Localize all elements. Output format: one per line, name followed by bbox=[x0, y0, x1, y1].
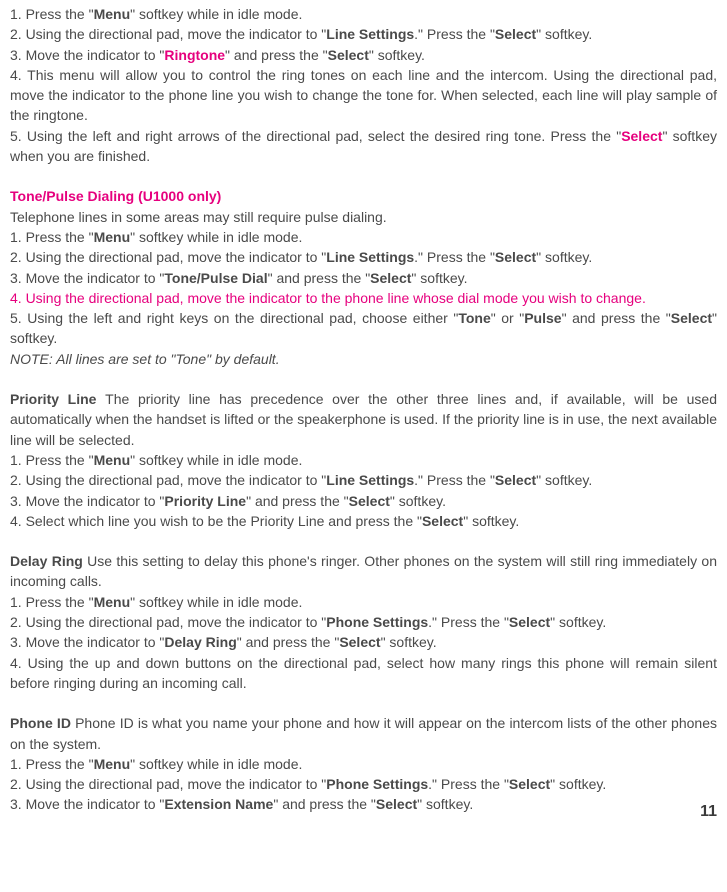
ringtone-step-1: 1. Press the "Menu" softkey while in idl… bbox=[10, 4, 717, 24]
tone-pulse-step-5: 5. Using the left and right keys on the … bbox=[10, 308, 717, 349]
ringtone-step-4: 4. This menu will allow you to control t… bbox=[10, 67, 717, 124]
tone-pulse-intro: Telephone lines in some areas may still … bbox=[10, 209, 387, 225]
priority-line-bold: Priority Line bbox=[164, 493, 246, 509]
delay-ring-step-3: 3. Move the indicator to "Delay Ring" an… bbox=[10, 632, 717, 652]
select-bold: Select bbox=[370, 270, 411, 286]
select-bold: Select bbox=[509, 776, 550, 792]
page-number: 11 bbox=[700, 800, 717, 823]
line-settings-bold: Line Settings bbox=[326, 249, 414, 265]
phone-id-step-3: 3. Move the indicator to "Extension Name… bbox=[10, 794, 717, 814]
ringtone-step-5: 5. Using the left and right arrows of th… bbox=[10, 126, 717, 167]
document-page: 1. Press the "Menu" softkey while in idl… bbox=[10, 4, 717, 815]
priority-line-step-1: 1. Press the "Menu" softkey while in idl… bbox=[10, 450, 717, 470]
select-bold: Select bbox=[339, 634, 380, 650]
delay-ring-step-2: 2. Using the directional pad, move the i… bbox=[10, 612, 717, 632]
phone-id-intro: Phone ID is what you name your phone and… bbox=[10, 715, 717, 751]
phone-settings-bold: Phone Settings bbox=[326, 776, 428, 792]
select-bold: Select bbox=[349, 493, 390, 509]
select-bold: Select bbox=[328, 47, 369, 63]
menu-bold: Menu bbox=[94, 6, 131, 22]
delay-ring-intro: Use this setting to delay this phone's r… bbox=[10, 553, 717, 589]
menu-bold: Menu bbox=[94, 452, 131, 468]
phone-id-step-2: 2. Using the directional pad, move the i… bbox=[10, 774, 717, 794]
priority-line-step-3: 3. Move the indicator to "Priority Line"… bbox=[10, 491, 717, 511]
tone-bold: Tone bbox=[458, 310, 490, 326]
phone-id-heading: Phone ID bbox=[10, 715, 71, 731]
select-bold: Select bbox=[376, 796, 417, 812]
extension-name-bold: Extension Name bbox=[164, 796, 273, 812]
select-bold: Select bbox=[671, 310, 712, 326]
delay-ring-step-1: 1. Press the "Menu" softkey while in idl… bbox=[10, 592, 717, 612]
line-settings-bold: Line Settings bbox=[326, 26, 414, 42]
priority-line-heading: Priority Line bbox=[10, 391, 96, 407]
ringtone-step-3: 3. Move the indicator to "Ringtone" and … bbox=[10, 45, 717, 65]
select-bold: Select bbox=[495, 472, 536, 488]
ringtone-magenta: Ringtone bbox=[164, 47, 225, 63]
delay-ring-heading: Delay Ring bbox=[10, 553, 83, 569]
select-bold: Select bbox=[509, 614, 550, 630]
menu-bold: Menu bbox=[94, 229, 131, 245]
tone-pulse-dial-bold: Tone/Pulse Dial bbox=[164, 270, 267, 286]
select-magenta: Select bbox=[621, 128, 662, 144]
select-bold: Select bbox=[422, 513, 463, 529]
tone-pulse-step-2: 2. Using the directional pad, move the i… bbox=[10, 247, 717, 267]
tone-pulse-step-3: 3. Move the indicator to "Tone/Pulse Dia… bbox=[10, 268, 717, 288]
phone-settings-bold: Phone Settings bbox=[326, 614, 428, 630]
tone-pulse-step-1: 1. Press the "Menu" softkey while in idl… bbox=[10, 227, 717, 247]
menu-bold: Menu bbox=[94, 594, 131, 610]
tone-pulse-step-4-magenta: 4. Using the directional pad, move the i… bbox=[10, 290, 646, 306]
ringtone-step-2: 2. Using the directional pad, move the i… bbox=[10, 24, 717, 44]
priority-line-intro: The priority line has precedence over th… bbox=[10, 391, 717, 448]
select-bold: Select bbox=[495, 26, 536, 42]
select-bold: Select bbox=[495, 249, 536, 265]
priority-line-step-2: 2. Using the directional pad, move the i… bbox=[10, 470, 717, 490]
priority-line-step-4: 4. Select which line you wish to be the … bbox=[10, 511, 717, 531]
tone-pulse-heading: Tone/Pulse Dialing (U1000 only) bbox=[10, 186, 717, 206]
phone-id-step-1: 1. Press the "Menu" softkey while in idl… bbox=[10, 754, 717, 774]
line-settings-bold: Line Settings bbox=[326, 472, 414, 488]
pulse-bold: Pulse bbox=[524, 310, 561, 326]
delay-ring-bold: Delay Ring bbox=[164, 634, 236, 650]
delay-ring-step-4: 4. Using the up and down buttons on the … bbox=[10, 655, 717, 691]
tone-pulse-note: NOTE: All lines are set to "Tone" by def… bbox=[10, 351, 280, 367]
menu-bold: Menu bbox=[94, 756, 131, 772]
